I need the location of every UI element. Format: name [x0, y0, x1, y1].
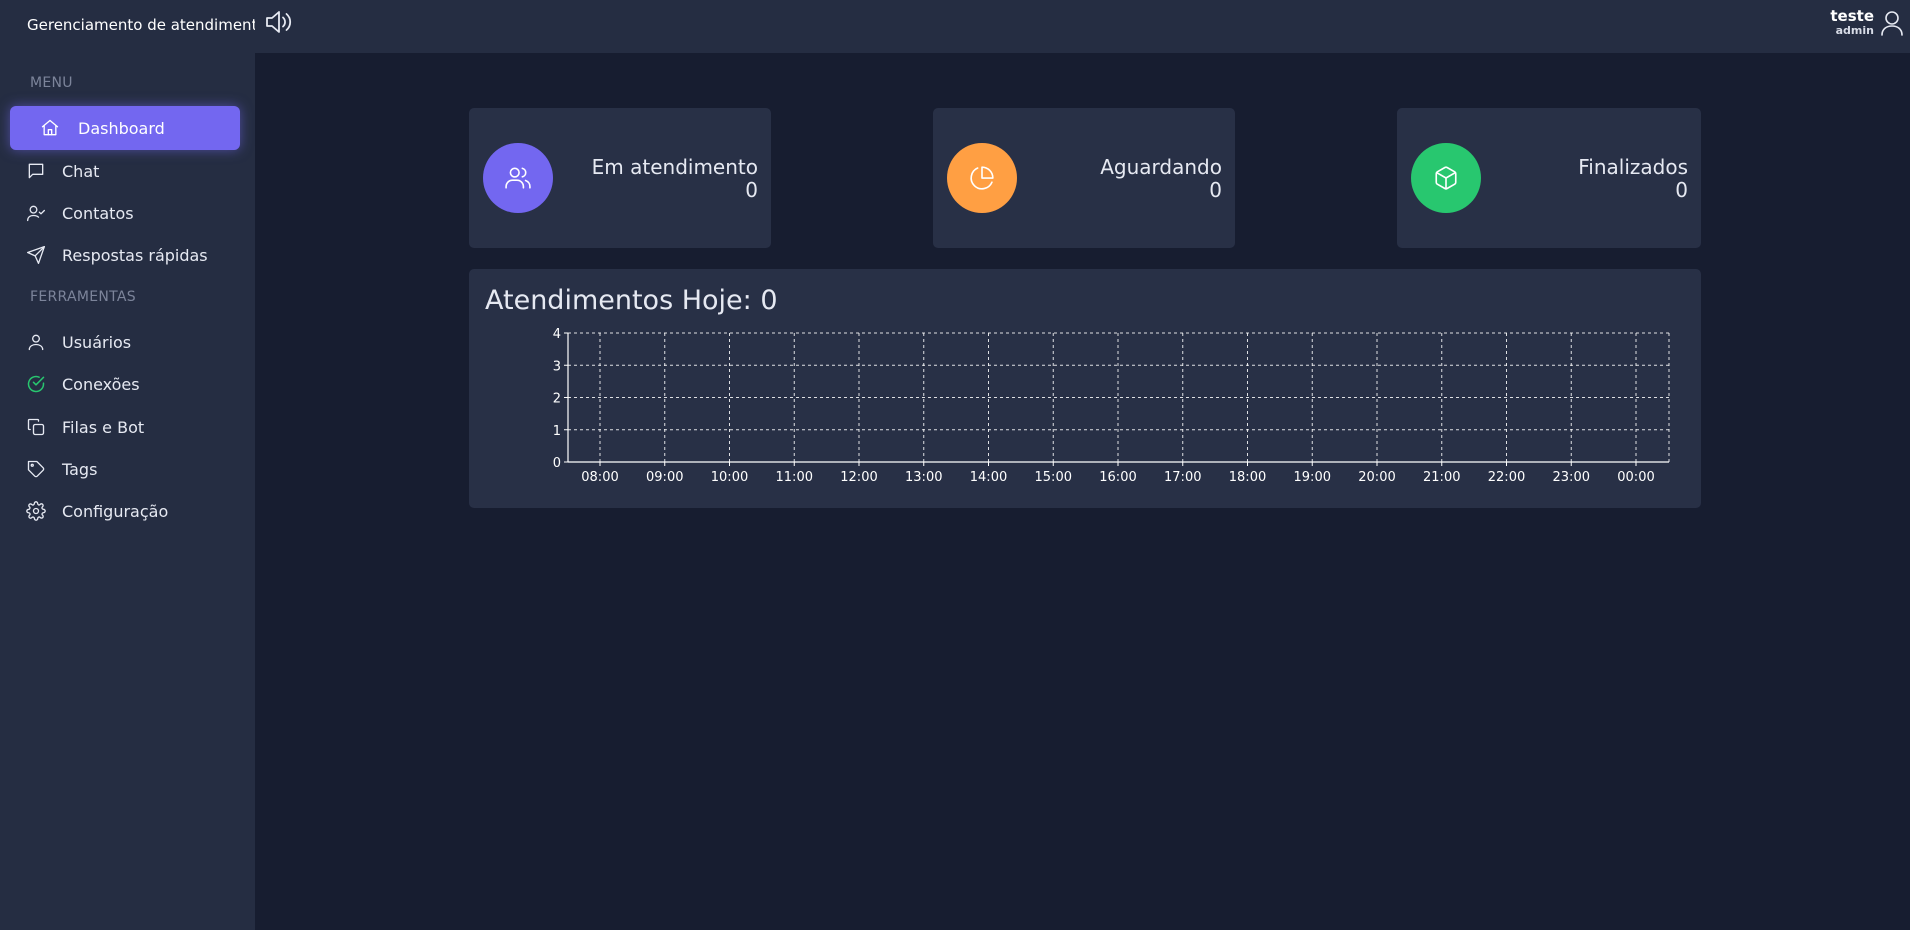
- x-tick-label: 12:00: [840, 470, 877, 485]
- user-icon[interactable]: [1880, 10, 1904, 36]
- card-value: 0: [745, 178, 758, 202]
- sidebar-item-chat[interactable]: Chat: [10, 149, 240, 193]
- y-tick-label: 0: [553, 456, 561, 471]
- card-em-atendimento: Em atendimento 0: [469, 108, 771, 248]
- home-icon: [40, 118, 60, 138]
- sidebar-item-tags[interactable]: Tags: [10, 447, 240, 491]
- sidebar-item-filas-e-bot[interactable]: Filas e Bot: [10, 405, 240, 449]
- sidebar-item-label: Tags: [62, 459, 98, 479]
- x-tick-label: 16:00: [1099, 470, 1136, 485]
- x-tick-label: 09:00: [646, 470, 683, 485]
- settings-icon: [26, 501, 46, 521]
- sidebar: Gerenciamento de atendimento MENU Dashbo…: [0, 0, 267, 930]
- y-tick-label: 1: [553, 424, 561, 439]
- y-tick-label: 4: [553, 327, 561, 342]
- card-label: Finalizados: [1578, 155, 1688, 179]
- x-tick-label: 17:00: [1164, 470, 1201, 485]
- copy-icon: [26, 417, 46, 437]
- sidebar-item-respostas-rapidas[interactable]: Respostas rápidas: [10, 233, 240, 277]
- sidebar-item-label: Respostas rápidas: [62, 245, 208, 265]
- sidebar-item-label: Conexões: [62, 374, 140, 394]
- menu-section-label: MENU: [30, 75, 73, 91]
- sidebar-item-configuracao[interactable]: Configuração: [10, 489, 240, 533]
- sidebar-item-label: Configuração: [62, 501, 169, 521]
- sidebar-item-label: Usuários: [62, 332, 132, 352]
- sidebar-item-label: Dashboard: [78, 118, 165, 138]
- user-role: admin: [1835, 24, 1874, 37]
- sidebar-item-label: Filas e Bot: [62, 417, 145, 437]
- x-tick-label: 11:00: [776, 470, 813, 485]
- card-finalizados: Finalizados 0: [1397, 108, 1701, 248]
- x-tick-label: 13:00: [905, 470, 942, 485]
- x-tick-label: 21:00: [1423, 470, 1460, 485]
- tools-section-label: FERRAMENTAS: [30, 289, 136, 305]
- sidebar-item-usuarios[interactable]: Usuários: [10, 320, 240, 364]
- sidebar-item-label: Chat: [62, 161, 100, 181]
- users-icon: [483, 143, 553, 213]
- y-tick-label: 3: [553, 359, 561, 374]
- x-tick-label: 15:00: [1035, 470, 1072, 485]
- user-icon: [26, 332, 46, 352]
- x-tick-label: 00:00: [1617, 470, 1654, 485]
- hourly-chart: 0 1 2 3 4 08:00 09:00 10:00 11:00 12:00 13:00 14:00…: [553, 327, 1670, 485]
- card-value: 0: [1675, 178, 1688, 202]
- x-tick-label: 18:00: [1229, 470, 1266, 485]
- pie-chart-icon: [947, 143, 1017, 213]
- card-label: Aguardando: [1100, 155, 1222, 179]
- app-title: Gerenciamento de atendimento: [27, 16, 267, 34]
- user-menu[interactable]: teste admin: [1830, 8, 1874, 37]
- volume-icon[interactable]: [264, 8, 294, 36]
- card-label: Em atendimento: [591, 155, 758, 179]
- card-value: 0: [1209, 178, 1222, 202]
- user-check-icon: [26, 203, 46, 223]
- x-tick-label: 20:00: [1358, 470, 1395, 485]
- x-tick-label: 22:00: [1488, 470, 1525, 485]
- x-tick-label: 10:00: [711, 470, 748, 485]
- x-tick-label: 14:00: [970, 470, 1007, 485]
- check-circle-icon: [26, 374, 46, 394]
- x-tick-label: 23:00: [1553, 470, 1590, 485]
- x-tick-label: 08:00: [581, 470, 618, 485]
- sidebar-item-conexoes[interactable]: Conexões: [10, 362, 240, 406]
- sidebar-item-contatos[interactable]: Contatos: [10, 191, 240, 235]
- sidebar-item-dashboard[interactable]: Dashboard: [10, 106, 240, 150]
- user-name: teste: [1830, 7, 1874, 25]
- message-icon: [26, 161, 46, 181]
- box-icon: [1411, 143, 1481, 213]
- tag-icon: [26, 459, 46, 479]
- chart-panel: Atendimentos Hoje: 0 0 1 2 3 4 08:00 09:00 10:0…: [469, 269, 1701, 508]
- sidebar-item-label: Contatos: [62, 203, 134, 223]
- x-tick-label: 19:00: [1294, 470, 1331, 485]
- send-icon: [26, 245, 46, 265]
- y-tick-label: 2: [553, 392, 561, 407]
- card-aguardando: Aguardando 0: [933, 108, 1235, 248]
- topbar: [255, 0, 1910, 53]
